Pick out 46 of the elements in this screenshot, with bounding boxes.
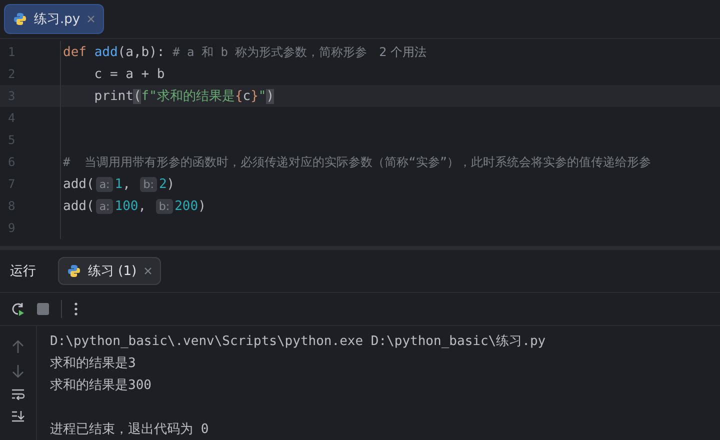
code-text: , bbox=[138, 198, 148, 214]
string-literal: f"求和的结果是 bbox=[141, 88, 235, 105]
code-keyword: { bbox=[234, 88, 243, 104]
code-text: add( bbox=[63, 176, 94, 192]
soft-wrap-icon[interactable] bbox=[11, 388, 25, 400]
code-comment: # 当调用用带有形参的函数时，必须传递对应的实际参数（简称“实参”），此时系统会将实参的值传递给形参 bbox=[63, 154, 652, 170]
code-comment: # a 和 b 称为形式参数，简称形参 bbox=[172, 44, 368, 60]
code-text: add( bbox=[63, 198, 94, 214]
code-text: c bbox=[242, 88, 251, 104]
parameter-hint: a: bbox=[96, 198, 113, 214]
string-literal: " bbox=[258, 88, 266, 104]
number-literal: 200 bbox=[174, 198, 198, 214]
code-text: ) bbox=[166, 176, 175, 192]
parameter-hint: a: bbox=[96, 176, 113, 192]
python-icon bbox=[67, 264, 81, 278]
close-icon[interactable] bbox=[87, 15, 96, 23]
run-tab[interactable]: 练习 (1) bbox=[58, 257, 161, 285]
matched-bracket: ) bbox=[266, 88, 274, 104]
editor-tab[interactable]: 练习.py bbox=[4, 4, 104, 34]
code-text: , bbox=[122, 176, 132, 192]
console-output: D:\python_basic\.venv\Scripts\python.exe D:\python_basic\练习.py bbox=[50, 333, 546, 350]
exit-message: 进程已结束，退出代码为 0 bbox=[50, 421, 209, 438]
parameter-hint: b: bbox=[156, 198, 173, 214]
number-literal: 100 bbox=[114, 198, 138, 214]
scroll-to-end-icon[interactable] bbox=[11, 410, 25, 422]
code-text: c = a + b bbox=[93, 66, 165, 82]
number-literal: 2 bbox=[158, 176, 167, 192]
usage-hint: 2 个用法 bbox=[379, 44, 427, 60]
down-arrow-icon[interactable] bbox=[12, 364, 24, 378]
parameter-hint: b: bbox=[140, 176, 157, 192]
code-text: (a,b): bbox=[118, 44, 166, 60]
code-keyword: def bbox=[63, 44, 88, 60]
number-literal: 1 bbox=[114, 176, 123, 192]
panel-title: 运行 bbox=[10, 263, 36, 280]
up-arrow-icon[interactable] bbox=[12, 340, 24, 354]
function-name: add bbox=[94, 44, 118, 60]
rerun-icon[interactable] bbox=[11, 302, 25, 316]
close-icon[interactable] bbox=[144, 267, 152, 275]
more-options-icon[interactable] bbox=[74, 302, 78, 316]
code-text: print bbox=[93, 88, 134, 104]
console-output: 求和的结果是3 bbox=[50, 355, 136, 372]
code-keyword: } bbox=[250, 88, 258, 104]
code-text: ) bbox=[198, 198, 206, 214]
python-icon bbox=[13, 12, 27, 26]
console-output: 求和的结果是300 bbox=[50, 377, 152, 394]
matched-bracket: ( bbox=[133, 88, 142, 104]
